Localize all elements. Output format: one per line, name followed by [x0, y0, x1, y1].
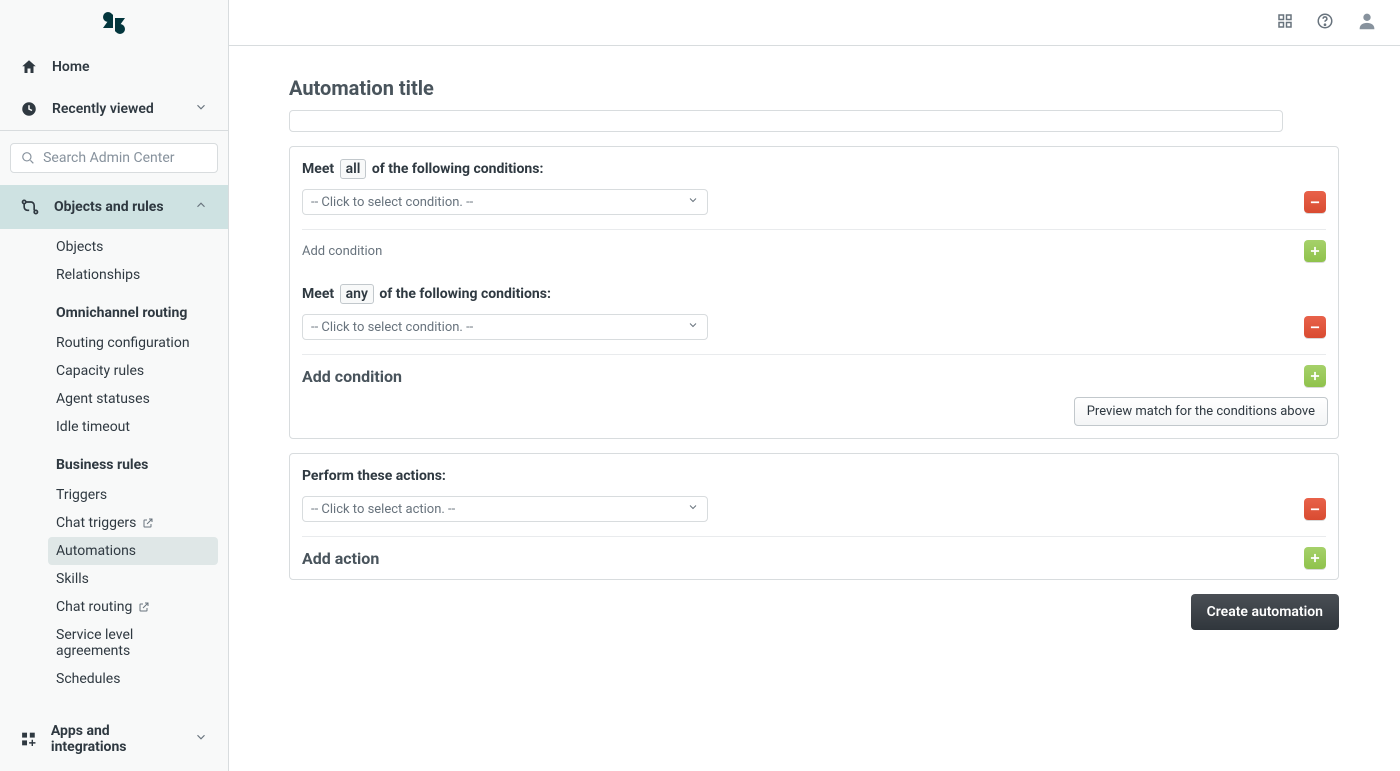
sidebar-item-idle-timeout[interactable]: Idle timeout	[0, 413, 228, 441]
remove-condition-button[interactable]	[1304, 191, 1326, 213]
add-condition-label: Add condition	[302, 367, 402, 386]
sidebar-item-label: Agent statuses	[56, 391, 150, 407]
sidebar-item-relationships[interactable]: Relationships	[0, 261, 228, 289]
sidebar-item-label: Service level agreements	[56, 627, 186, 659]
text: Meet	[302, 286, 334, 302]
sidebar-item-schedules[interactable]: Schedules	[0, 665, 228, 693]
condition-select[interactable]: -- Click to select condition. --	[302, 314, 708, 340]
action-select[interactable]: -- Click to select action. --	[302, 496, 708, 522]
section-objects-rules-label: Objects and rules	[54, 199, 164, 215]
chevron-up-icon	[194, 198, 208, 216]
chevron-down-icon	[687, 501, 699, 517]
remove-condition-button[interactable]	[1304, 316, 1326, 338]
nav-home[interactable]: Home	[0, 46, 228, 88]
section-objects-rules[interactable]: Objects and rules	[0, 185, 228, 229]
group-omnichannel-routing: Omnichannel routing	[0, 297, 228, 325]
sidebar-item-label: Automations	[56, 543, 136, 559]
remove-action-button[interactable]	[1304, 498, 1326, 520]
actions-panel: Perform these actions: -- Click to selec…	[289, 453, 1339, 580]
sidebar-item-chat-triggers[interactable]: Chat triggers	[0, 509, 228, 537]
sidebar-item-label: Relationships	[56, 267, 140, 283]
nav-recently-viewed-label: Recently viewed	[52, 101, 154, 117]
text: of the following conditions:	[379, 286, 551, 302]
text: of the following conditions:	[372, 161, 544, 177]
external-link-icon	[138, 601, 150, 613]
route-icon	[20, 197, 40, 217]
meet-all-label: Meet all of the following conditions:	[302, 161, 1326, 177]
add-condition-button[interactable]	[1304, 365, 1326, 387]
all-chip: all	[340, 159, 367, 179]
chevron-down-icon	[194, 100, 208, 118]
home-icon	[20, 58, 38, 76]
sidebar-item-agent-statuses[interactable]: Agent statuses	[0, 385, 228, 413]
add-condition-button[interactable]	[1304, 240, 1326, 262]
add-condition-label: Add condition	[302, 244, 382, 259]
sidebar-item-automations[interactable]: Automations	[48, 537, 218, 565]
sidebar-item-label: Idle timeout	[56, 419, 130, 435]
sidebar-item-triggers[interactable]: Triggers	[0, 481, 228, 509]
select-placeholder: -- Click to select condition. --	[311, 320, 473, 335]
page-title: Automation title	[289, 76, 1340, 100]
sidebar-item-objects[interactable]: Objects	[0, 233, 228, 261]
chevron-down-icon	[194, 730, 208, 748]
sidebar-item-capacity-rules[interactable]: Capacity rules	[0, 357, 228, 385]
sidebar-item-sla[interactable]: Service level agreements	[0, 621, 228, 665]
search-box[interactable]	[10, 143, 218, 173]
add-action-label: Add action	[302, 549, 379, 568]
sidebar-item-label: Chat routing	[56, 599, 132, 615]
sidebar-item-label: Skills	[56, 571, 89, 587]
apps-grid-icon[interactable]	[1276, 12, 1294, 34]
apps-icon	[20, 730, 37, 748]
meet-any-label: Meet any of the following conditions:	[302, 286, 1326, 302]
sidebar-item-label: Schedules	[56, 671, 120, 687]
nav-recently-viewed[interactable]: Recently viewed	[0, 88, 228, 131]
sidebar-item-label: Chat triggers	[56, 515, 136, 531]
text: Meet	[302, 161, 334, 177]
any-chip: any	[340, 284, 374, 304]
conditions-panel: Meet all of the following conditions: --…	[289, 146, 1339, 439]
sidebar-item-label: Objects	[56, 239, 103, 255]
sidebar-item-chat-routing[interactable]: Chat routing	[0, 593, 228, 621]
create-automation-button[interactable]: Create automation	[1191, 594, 1339, 630]
sidebar-item-label: Capacity rules	[56, 363, 144, 379]
search-input[interactable]	[43, 150, 207, 166]
condition-select[interactable]: -- Click to select condition. --	[302, 189, 708, 215]
nav-home-label: Home	[52, 59, 90, 75]
chevron-down-icon	[687, 319, 699, 335]
automation-title-input[interactable]	[289, 110, 1283, 132]
sidebar-item-label: Triggers	[56, 487, 107, 503]
section-apps-integrations[interactable]: Apps and integrations	[0, 711, 228, 771]
select-placeholder: -- Click to select action. --	[311, 502, 455, 517]
profile-icon[interactable]	[1356, 10, 1378, 36]
search-icon	[21, 150, 35, 166]
sidebar-item-label: Routing configuration	[56, 335, 190, 351]
add-action-button[interactable]	[1304, 547, 1326, 569]
external-link-icon	[142, 517, 154, 529]
actions-header: Perform these actions:	[302, 468, 1326, 484]
clock-icon	[20, 100, 38, 118]
help-icon[interactable]	[1316, 12, 1334, 34]
zendesk-logo	[0, 0, 228, 46]
preview-match-button[interactable]: Preview match for the conditions above	[1074, 397, 1328, 426]
chevron-down-icon	[687, 194, 699, 210]
sidebar-item-routing-config[interactable]: Routing configuration	[0, 329, 228, 357]
group-business-rules: Business rules	[0, 449, 228, 477]
select-placeholder: -- Click to select condition. --	[311, 195, 473, 210]
sidebar-item-skills[interactable]: Skills	[0, 565, 228, 593]
section-apps-label: Apps and integrations	[51, 723, 180, 755]
